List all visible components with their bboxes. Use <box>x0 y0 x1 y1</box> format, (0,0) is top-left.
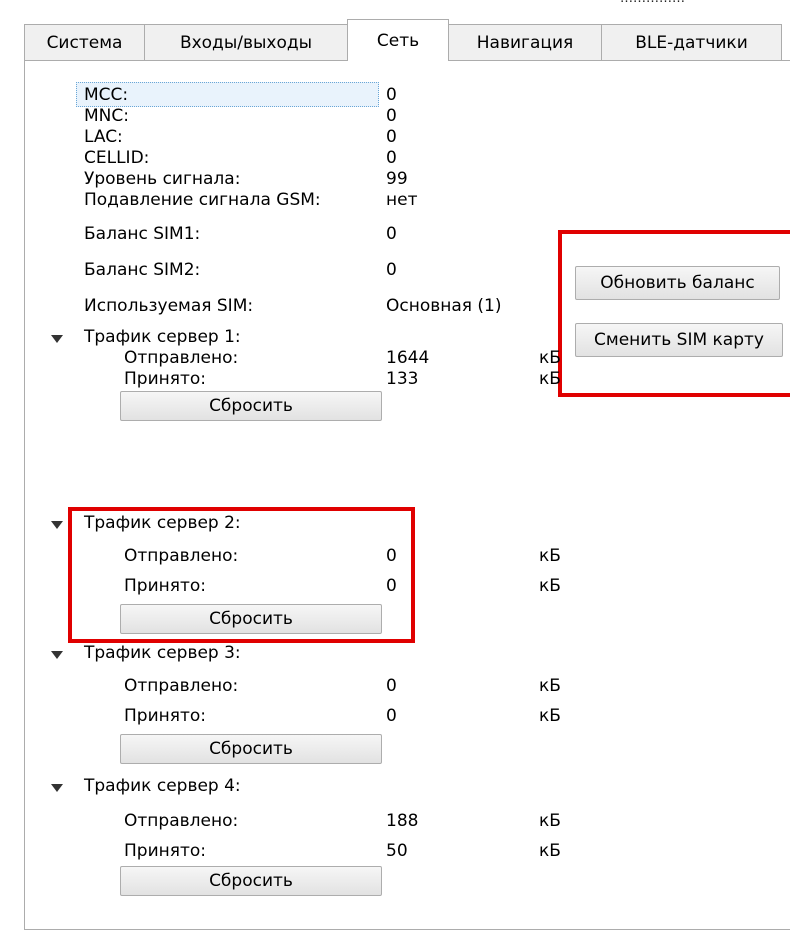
reset-traffic-3-button[interactable]: Сбросить <box>120 734 382 764</box>
cellid-label: CELLID: <box>84 148 150 168</box>
traffic-4-recv-value: 50 <box>386 841 408 861</box>
signal-level-value: 99 <box>386 169 408 189</box>
traffic-server-3-title: Трафик сервер 3: <box>84 643 241 663</box>
traffic-1-sent-unit: кБ <box>539 348 561 368</box>
traffic-1-sent-label: Отправлено: <box>124 348 239 368</box>
traffic-2-recv-unit: кБ <box>539 576 561 596</box>
collapse-arrow-icon[interactable] <box>51 521 63 529</box>
cellid-value: 0 <box>386 148 397 168</box>
balance-sim1-label: Баланс SIM1: <box>84 224 201 244</box>
gsm-jamming-label: Подавление сигнала GSM: <box>84 190 321 210</box>
traffic-server-4-title: Трафик сервер 4: <box>84 776 241 796</box>
traffic-3-recv-value: 0 <box>386 706 397 726</box>
clipped-top-text: …………… <box>620 0 685 6</box>
traffic-server-2-title: Трафик сервер 2: <box>84 513 241 533</box>
reset-traffic-4-button[interactable]: Сбросить <box>120 866 382 896</box>
traffic-3-sent-value: 0 <box>386 676 397 696</box>
traffic-4-recv-label: Принято: <box>124 841 206 861</box>
mnc-value: 0 <box>386 106 397 126</box>
gsm-jamming-value: нет <box>386 190 418 210</box>
tab-ble-sensors[interactable]: BLE-датчики <box>601 24 782 60</box>
tab-navigation[interactable]: Навигация <box>448 24 602 60</box>
reset-traffic-2-button[interactable]: Сбросить <box>120 604 382 634</box>
balance-sim1-value: 0 <box>386 224 397 244</box>
traffic-4-sent-label: Отправлено: <box>124 811 239 831</box>
traffic-2-sent-value: 0 <box>386 546 397 566</box>
balance-sim2-label: Баланс SIM2: <box>84 260 201 280</box>
traffic-3-recv-label: Принято: <box>124 706 206 726</box>
collapse-arrow-icon[interactable] <box>51 784 63 792</box>
refresh-balance-button[interactable]: Обновить баланс <box>575 266 780 300</box>
tab-network[interactable]: Сеть <box>347 19 449 61</box>
collapse-arrow-icon[interactable] <box>51 651 63 659</box>
traffic-2-sent-label: Отправлено: <box>124 546 239 566</box>
switch-sim-button[interactable]: Сменить SIM карту <box>575 323 783 357</box>
traffic-3-recv-unit: кБ <box>539 706 561 726</box>
traffic-3-sent-unit: кБ <box>539 676 561 696</box>
tab-io[interactable]: Входы/выходы <box>144 24 348 60</box>
lac-label: LAC: <box>84 127 123 147</box>
traffic-1-recv-unit: кБ <box>539 369 561 389</box>
active-sim-value: Основная (1) <box>386 296 502 316</box>
balance-sim2-value: 0 <box>386 260 397 280</box>
mcc-value: 0 <box>386 85 397 105</box>
mnc-label: MNC: <box>84 106 129 126</box>
tab-system[interactable]: Система <box>24 24 145 60</box>
traffic-3-sent-label: Отправлено: <box>124 676 239 696</box>
traffic-4-sent-unit: кБ <box>539 811 561 831</box>
active-sim-label: Используемая SIM: <box>84 296 254 316</box>
traffic-4-sent-value: 188 <box>386 811 419 831</box>
lac-value: 0 <box>386 127 397 147</box>
signal-level-label: Уровень сигнала: <box>84 169 241 189</box>
traffic-2-sent-unit: кБ <box>539 546 561 566</box>
traffic-server-1-title: Трафик сервер 1: <box>84 327 241 347</box>
mcc-label: MCC: <box>84 85 129 105</box>
traffic-2-recv-label: Принято: <box>124 576 206 596</box>
traffic-1-recv-label: Принято: <box>124 369 206 389</box>
reset-traffic-1-button[interactable]: Сбросить <box>120 391 382 421</box>
traffic-1-recv-value: 133 <box>386 369 419 389</box>
traffic-1-sent-value: 1644 <box>386 348 430 368</box>
traffic-2-recv-value: 0 <box>386 576 397 596</box>
traffic-4-recv-unit: кБ <box>539 841 561 861</box>
collapse-arrow-icon[interactable] <box>51 335 63 343</box>
